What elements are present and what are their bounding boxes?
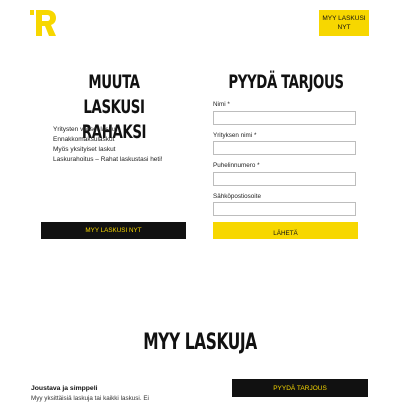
- submit-button[interactable]: LÄHETÄ: [213, 222, 358, 239]
- company-field[interactable]: [213, 141, 356, 155]
- quote-form-title: PYYDÄ TARJOUS: [228, 71, 344, 93]
- feature-item: Myös yksityiset laskut: [53, 146, 116, 153]
- sell-section-title: MYY LASKUJA: [143, 330, 257, 355]
- phone-label: Puhelinnumero *: [213, 162, 260, 169]
- feature-item: Yritysten väliset laskut: [53, 126, 118, 133]
- sell-paragraph: Myy yksittäisiä laskuja tai kaikki lasku…: [31, 395, 149, 402]
- phone-field[interactable]: [213, 171, 356, 186]
- feature-item: Ennakkomaksulaskut: [53, 136, 115, 143]
- feature-item: Laskurahoitus – Rahat laskustasi heti!: [53, 156, 163, 163]
- email-field[interactable]: [213, 202, 356, 216]
- sell-invoices-now-button[interactable]: MYY LASKUSI NYT: [319, 10, 369, 36]
- sell-invoices-button[interactable]: MYY LASKUSI NYT: [41, 222, 186, 239]
- company-label: Yrityksen nimi *: [213, 131, 257, 139]
- email-label: Sähköpostiosoite: [213, 192, 261, 200]
- r-logo-icon[interactable]: [30, 10, 60, 36]
- name-label: Nimi *: [213, 101, 230, 108]
- request-offer-button[interactable]: PYYDÄ TARJOUS: [232, 379, 368, 397]
- quote-form: Nimi * Yrityksen nimi * Puhelinnumero * …: [213, 100, 358, 222]
- name-field[interactable]: [213, 110, 356, 125]
- feature-list: Yritysten väliset laskut Ennakkomaksulas…: [53, 125, 162, 165]
- sell-subheading: Joustava ja simppeli: [31, 385, 98, 392]
